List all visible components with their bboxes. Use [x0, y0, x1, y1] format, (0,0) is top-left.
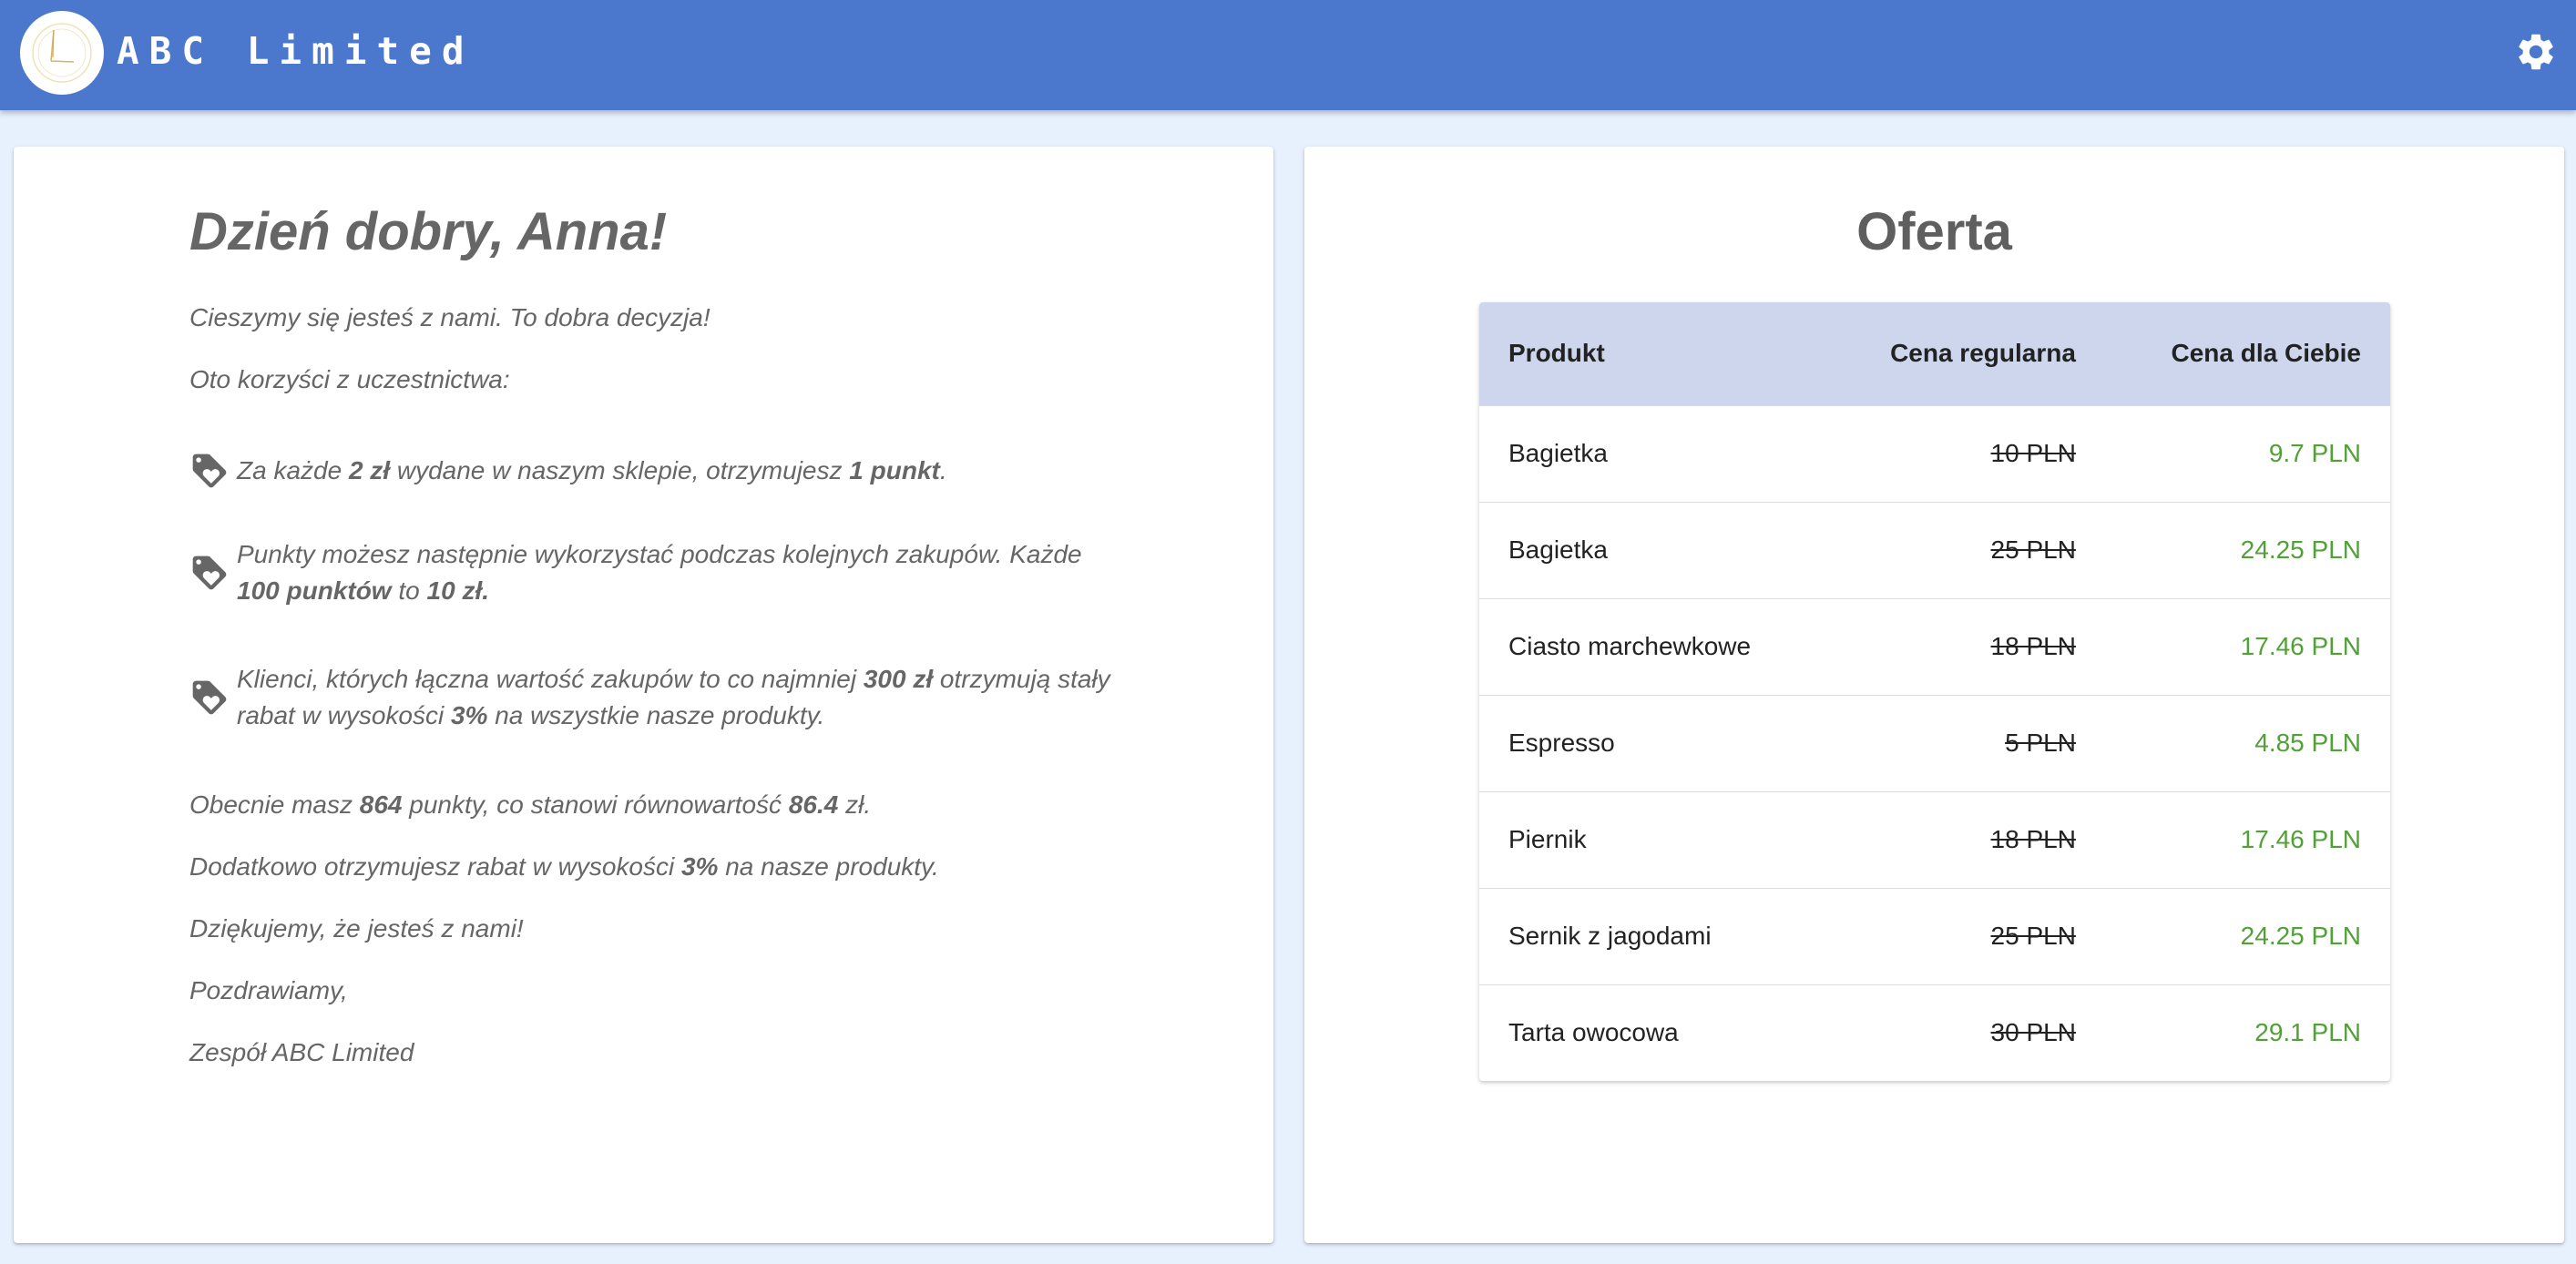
benefits-intro-text: Oto korzyści z uczestnictwa:	[189, 365, 510, 393]
product-cell: Bagietka	[1479, 501, 1825, 598]
brand-name: ABC Limited	[117, 29, 475, 73]
discount-text: Dodatkowo otrzymujesz rabat w wysokości …	[189, 852, 939, 881]
table-row: Tarta owocowa 30 PLN 29.1 PLN	[1479, 984, 2390, 1081]
benefit-text: Punkty możesz następnie wykorzystać podc…	[237, 540, 1082, 605]
regular-price-cell: 25 PLN	[1825, 887, 2105, 984]
signature-text: Zespół ABC Limited	[189, 1038, 414, 1066]
regards-text: Pozdrawiamy,	[189, 976, 348, 1004]
thanks-text: Dziękujemy, że jesteś z nami!	[189, 914, 524, 943]
your-price-cell: 17.46 PLN	[2104, 790, 2390, 888]
product-cell: Bagietka	[1479, 404, 1825, 502]
your-price-cell: 24.25 PLN	[2104, 501, 2390, 598]
welcome-card: Dzień dobry, Anna! Cieszymy się jesteś z…	[14, 147, 1273, 1243]
your-price-cell: 29.1 PLN	[2104, 984, 2390, 1081]
table-row: Bagietka 25 PLN 24.25 PLN	[1479, 501, 2390, 598]
regular-price-cell: 30 PLN	[1825, 984, 2105, 1081]
benefit-item-points-redeem: Punkty możesz następnie wykorzystać podc…	[189, 536, 1119, 609]
offer-card: Oferta Produkt Cena regularna Cena dla C…	[1304, 147, 2564, 1243]
product-cell: Piernik	[1479, 790, 1825, 888]
your-price-cell: 17.46 PLN	[2104, 597, 2390, 695]
product-cell: Ciasto marchewkowe	[1479, 597, 1825, 695]
benefit-text: Za każde 2 zł wydane w naszym sklepie, o…	[237, 456, 947, 484]
tag-heart-icon	[189, 451, 230, 491]
your-price-cell: 4.85 PLN	[2104, 694, 2390, 791]
clock-logo-icon[interactable]	[20, 11, 104, 95]
table-row: Sernik z jagodami 25 PLN 24.25 PLN	[1479, 887, 2390, 984]
offer-title: Oferta	[1856, 202, 2012, 261]
your-price-cell: 9.7 PLN	[2104, 404, 2390, 502]
tag-heart-icon	[189, 553, 230, 593]
regular-price-cell: 18 PLN	[1825, 597, 2105, 695]
product-cell: Espresso	[1479, 694, 1825, 791]
benefit-item-points-earning: Za każde 2 zł wydane w naszym sklepie, o…	[189, 434, 1119, 507]
table-row: Bagietka 10 PLN 9.7 PLN	[1479, 404, 2390, 502]
points-balance-text: Obecnie masz 864 punkty, co stanowi równ…	[189, 790, 872, 819]
regular-price-cell: 25 PLN	[1825, 501, 2105, 598]
product-cell: Tarta owocowa	[1479, 984, 1825, 1081]
table-header-row: Produkt Cena regularna Cena dla Ciebie	[1479, 302, 2390, 405]
intro-text: Cieszymy się jesteś z nami. To dobra dec…	[189, 303, 710, 331]
gear-icon[interactable]	[2514, 30, 2558, 74]
regular-price-cell: 10 PLN	[1825, 404, 2105, 502]
regular-price-cell: 5 PLN	[1825, 694, 2105, 791]
column-header-your-price: Cena dla Ciebie	[2171, 339, 2361, 368]
tag-heart-icon	[189, 678, 230, 718]
table-row: Piernik 18 PLN 17.46 PLN	[1479, 790, 2390, 888]
your-price-cell: 24.25 PLN	[2104, 887, 2390, 984]
column-header-product: Produkt	[1508, 339, 1605, 368]
regular-price-cell: 18 PLN	[1825, 790, 2105, 888]
product-cell: Sernik z jagodami	[1479, 887, 1825, 984]
table-row: Ciasto marchewkowe 18 PLN 17.46 PLN	[1479, 597, 2390, 695]
benefit-item-discount: Klienci, których łączna wartość zakupów …	[189, 661, 1119, 734]
table-row: Espresso 5 PLN 4.85 PLN	[1479, 694, 2390, 791]
app-bar: ABC Limited	[0, 0, 2576, 110]
offer-table: Produkt Cena regularna Cena dla Ciebie B…	[1479, 302, 2390, 1081]
benefit-text: Klienci, których łączna wartość zakupów …	[237, 665, 1110, 729]
greeting-heading: Dzień dobry, Anna!	[189, 202, 668, 261]
column-header-regular-price: Cena regularna	[1890, 339, 2076, 368]
